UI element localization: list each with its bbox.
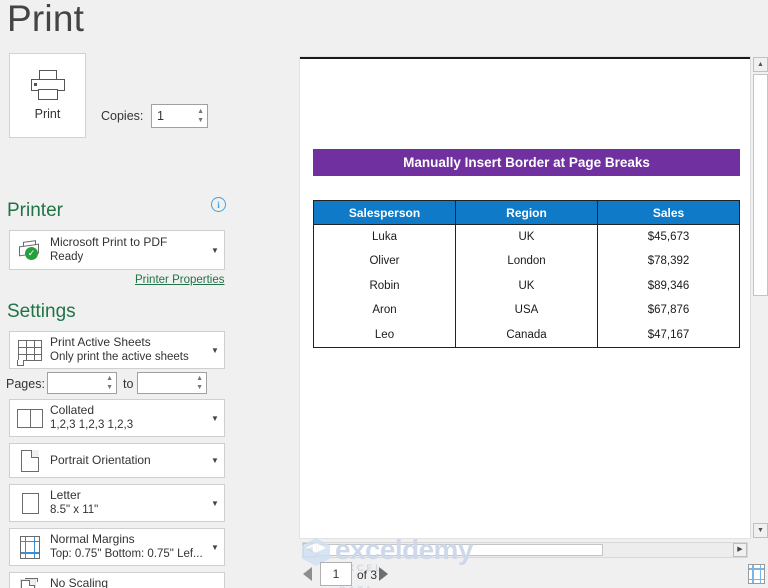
paper-size-title: Letter (50, 488, 81, 502)
print-range-desc: Only print the active sheets (50, 351, 189, 363)
printer-section-heading: Printer (7, 200, 63, 221)
cell-sales: $78,392 (597, 249, 740, 274)
column-header-salesperson: Salesperson (313, 200, 456, 225)
pages-to-stepper[interactable]: ▲ ▼ (137, 372, 207, 394)
printer-properties-link[interactable]: Printer Properties (135, 274, 224, 286)
cell-sales: $45,673 (597, 224, 740, 249)
scroll-down-button[interactable]: ▼ (753, 523, 768, 538)
page-number-field[interactable] (320, 562, 352, 586)
table-row: Oliver London $78,392 (313, 249, 740, 274)
horizontal-scrollbar[interactable]: ◀ ▶ (302, 542, 748, 558)
pages-from-spinner-arrows[interactable]: ▲ ▼ (106, 373, 113, 393)
cell-salesperson: Luka (313, 224, 456, 249)
print-button[interactable]: Print (9, 53, 86, 138)
collation-desc: 1,2,3 1,2,3 1,2,3 (50, 419, 134, 431)
settings-section-heading: Settings (7, 301, 76, 322)
page-title: Print (7, 0, 85, 39)
scroll-right-button[interactable]: ▶ (733, 543, 747, 557)
preview-table: Salesperson Region Sales Luka UK $45,673… (313, 200, 740, 348)
show-margins-icon[interactable] (748, 564, 765, 584)
pages-from-stepper[interactable]: ▲ ▼ (47, 372, 117, 394)
paper-icon (10, 492, 50, 514)
info-icon[interactable]: i (211, 197, 226, 212)
table-row: Leo Canada $47,167 (313, 322, 740, 348)
chevron-down-icon[interactable]: ▼ (206, 456, 224, 465)
orientation-selector[interactable]: Portrait Orientation ▼ (9, 443, 225, 478)
page-number-input[interactable] (321, 563, 351, 585)
cell-region: London (455, 249, 598, 274)
collation-title: Collated (50, 403, 95, 417)
chevron-down-icon[interactable]: ▼ (206, 499, 224, 508)
horizontal-scrollbar-thumb[interactable] (318, 544, 603, 556)
printer-status: Ready (50, 251, 84, 263)
printer-icon (30, 70, 65, 100)
table-row: Luka UK $45,673 (313, 224, 740, 249)
preview-pane: Manually Insert Border at Page Breaks Sa… (262, 0, 768, 588)
scroll-left-button[interactable]: ◀ (303, 543, 317, 557)
scaling-title: No Scaling (50, 576, 109, 588)
triangle-left-icon[interactable] (303, 567, 312, 581)
cell-salesperson: Robin (313, 273, 456, 298)
printer-status-icon: ✓ (10, 240, 50, 260)
print-preview-screen: Print Print Copies: ▲▼ Printer i ✓ Micro… (0, 0, 768, 588)
margins-icon (10, 535, 50, 559)
pages-label: Pages: (6, 377, 45, 391)
table-row: Robin UK $89,346 (313, 273, 740, 298)
chevron-down-icon[interactable]: ▼ (206, 543, 224, 552)
table-header-row: Salesperson Region Sales (313, 200, 740, 225)
chevron-down-icon[interactable]: ▼ (206, 246, 224, 255)
print-button-label: Print (34, 107, 61, 121)
cell-salesperson: Leo (313, 322, 456, 348)
preview-page: Manually Insert Border at Page Breaks Sa… (300, 57, 750, 538)
column-header-sales: Sales (597, 200, 740, 225)
two-page-icon (10, 408, 50, 428)
print-range-selector[interactable]: Print Active Sheets Only print the activ… (9, 331, 225, 369)
paper-size-selector[interactable]: Letter 8.5" x 11" ▼ (9, 484, 225, 522)
printer-selector[interactable]: ✓ Microsoft Print to PDF Ready ▼ (9, 230, 225, 270)
print-settings-pane: Print Copies: ▲▼ Printer i ✓ Microsoft P… (0, 47, 262, 588)
cell-sales: $47,167 (597, 322, 740, 348)
cell-region: Canada (455, 322, 598, 348)
print-range-title: Print Active Sheets (50, 335, 151, 349)
cell-salesperson: Aron (313, 298, 456, 323)
preview-banner-title: Manually Insert Border at Page Breaks (313, 149, 740, 176)
chevron-down-icon[interactable]: ▼ (206, 414, 224, 423)
page-count-label: of 3 (357, 568, 378, 582)
grid-icon (10, 339, 50, 366)
cell-region: USA (455, 298, 598, 323)
cell-sales: $67,876 (597, 298, 740, 323)
table-row: Aron USA $67,876 (313, 298, 740, 323)
page-navigation-bar: of 3 (262, 562, 768, 588)
copies-label: Copies: (101, 109, 144, 123)
cell-salesperson: Oliver (313, 249, 456, 274)
cell-region: UK (455, 224, 598, 249)
column-header-region: Region (455, 200, 598, 225)
pages-to-spinner-arrows[interactable]: ▲ ▼ (196, 373, 203, 393)
margins-selector[interactable]: Normal Margins Top: 0.75" Bottom: 0.75" … (9, 528, 225, 566)
triangle-right-icon[interactable] (379, 567, 388, 581)
printer-name: Microsoft Print to PDF (50, 235, 168, 249)
cell-sales: $89,346 (597, 273, 740, 298)
cell-region: UK (455, 273, 598, 298)
margins-desc: Top: 0.75" Bottom: 0.75" Lef... (50, 548, 203, 560)
paper-size-desc: 8.5" x 11" (50, 504, 99, 516)
collation-selector[interactable]: Collated 1,2,3 1,2,3 1,2,3 ▼ (9, 399, 225, 437)
vertical-scrollbar-thumb[interactable] (753, 74, 768, 296)
scaling-icon: 100 (10, 578, 50, 588)
copies-spinner-arrows[interactable]: ▲ ▼ (197, 105, 204, 127)
scaling-selector[interactable]: 100 No Scaling Print sheets at their act… (9, 572, 225, 588)
orientation-title: Portrait Orientation (50, 453, 151, 467)
vertical-scrollbar[interactable]: ▲ ▼ (750, 57, 768, 538)
copies-stepper[interactable]: ▲▼ (151, 104, 208, 128)
margins-title: Normal Margins (50, 532, 135, 546)
pages-to-label: to (123, 377, 134, 391)
scroll-up-button[interactable]: ▲ (753, 57, 768, 72)
chevron-down-icon[interactable]: ▼ (206, 346, 224, 355)
document-icon (10, 449, 50, 472)
